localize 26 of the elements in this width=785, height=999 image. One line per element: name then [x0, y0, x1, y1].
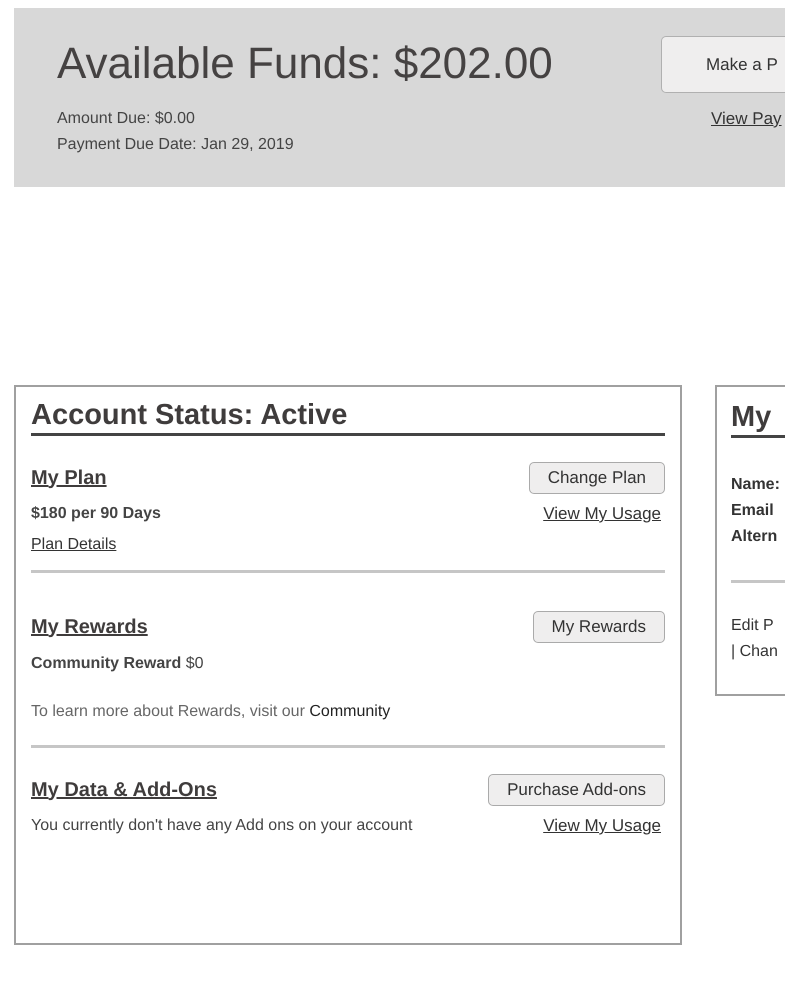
funds-title: Available Funds: $202.00 [57, 38, 553, 90]
section-button[interactable]: Change Plan [528, 462, 665, 494]
view-usage-link[interactable]: View My Usage [543, 816, 661, 836]
section-heading[interactable]: My Data & Add-Ons [31, 778, 217, 802]
profile-field-label: Name: [731, 475, 781, 495]
section-button[interactable]: My Rewards [532, 611, 665, 643]
section-detail: $180 per 90 Days [31, 505, 161, 523]
view-usage-link[interactable]: View My Usage [543, 504, 661, 524]
section-button[interactable]: Purchase Add-ons [488, 774, 665, 806]
payment-due-date: Payment Due Date: Jan 29, 2019 [57, 135, 295, 155]
community-link[interactable]: Community [309, 703, 390, 720]
profile-link[interactable]: | Chan [731, 639, 785, 665]
amount-due: Amount Due: $0.00 [57, 109, 196, 129]
rewards-note: To learn more about Rewards, visit our [31, 703, 305, 720]
profile-field-label: Email [731, 501, 775, 521]
section-detail: You currently don't have any Add ons on your account [31, 817, 412, 835]
section-detail: Community Reward $0 [31, 655, 204, 673]
section-heading[interactable]: My Rewards [31, 616, 148, 638]
profile-heading: My [731, 401, 785, 438]
section-heading[interactable]: My Plan [31, 466, 107, 490]
make-payment-button[interactable]: Make a P [661, 36, 785, 93]
account-status-heading: Account Status: Active [31, 399, 665, 436]
view-payments-link[interactable]: View Pay [711, 109, 782, 129]
profile-link[interactable]: Edit P [731, 613, 785, 639]
plan-details-link[interactable]: Plan Details [31, 536, 116, 554]
profile-field-label: Altern [731, 527, 778, 547]
